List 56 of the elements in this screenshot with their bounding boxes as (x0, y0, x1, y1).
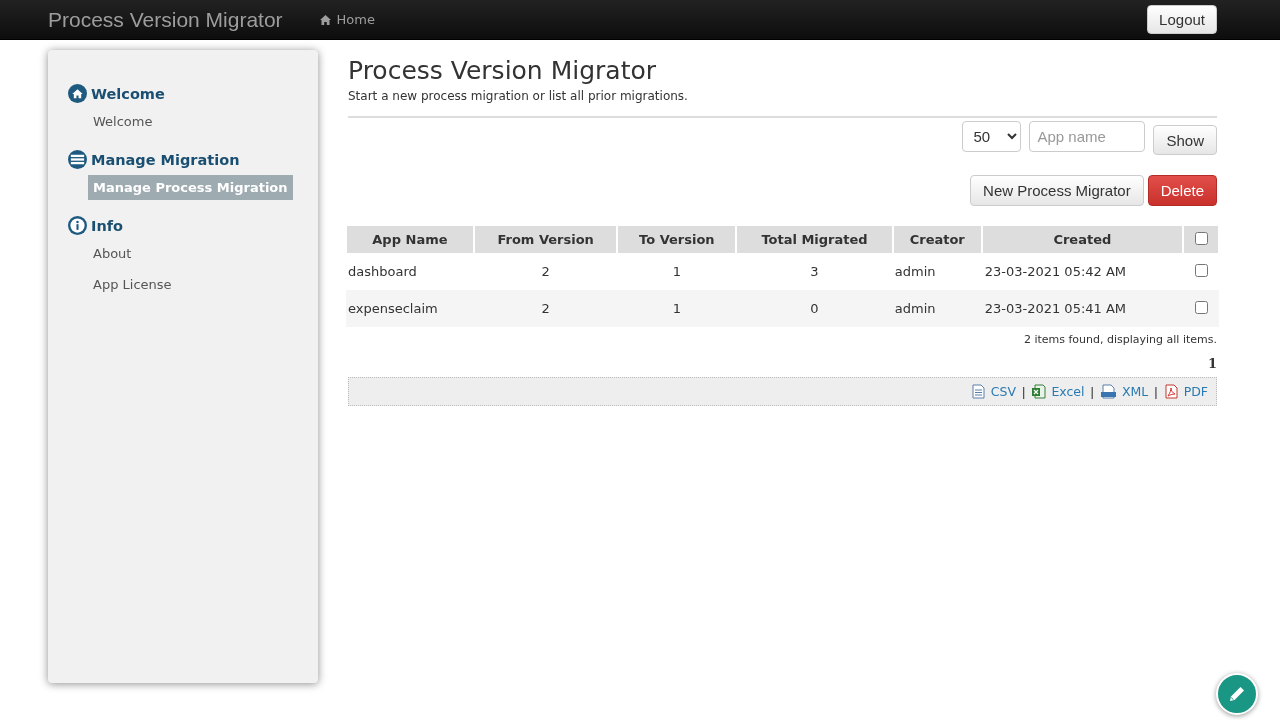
show-button[interactable]: Show (1153, 125, 1217, 155)
sidebar-heading: Manage Migration (91, 151, 240, 168)
column-header[interactable]: To Version (617, 226, 737, 253)
table-cell-text: 3 (809, 263, 820, 281)
list-icon (68, 150, 87, 169)
home-icon (68, 84, 87, 103)
table-cell-text: dashboard (347, 263, 418, 281)
column-header[interactable]: From Version (473, 226, 618, 253)
page-subtitle: Start a new process migration or list all prior migrations. (348, 89, 689, 103)
app-name-field[interactable]: App name (1029, 121, 1146, 152)
sidebar-heading: Welcome (91, 85, 165, 102)
home-icon (319, 14, 331, 25)
pdf-file-icon (1163, 384, 1179, 399)
pencil-icon (1227, 684, 1247, 704)
select-all-checkbox[interactable] (1194, 231, 1208, 245)
spreadsheet-file-icon (971, 384, 986, 399)
column-header[interactable]: App Name (346, 226, 474, 253)
export-link[interactable]: XML (1099, 384, 1149, 399)
table-cell: 1 (617, 290, 737, 327)
home-link[interactable]: Home (319, 12, 375, 27)
sidebar-heading: Info (91, 217, 123, 234)
logout-button[interactable]: Logout (1147, 5, 1217, 34)
table-cell: 0 (736, 290, 893, 327)
link-separator: | (1022, 384, 1026, 399)
export-link[interactable]: PDF (1163, 384, 1208, 399)
table-cell-text: admin (893, 263, 937, 281)
app-brand[interactable]: Process Version Migrator (48, 7, 283, 32)
items-summary: 2 items found, displaying all items. (1022, 333, 1217, 346)
export-link[interactable]: Excel (1031, 384, 1085, 399)
info-icon (68, 216, 87, 235)
column-header[interactable]: Total Migrated (736, 226, 893, 253)
link-separator: | (1154, 384, 1158, 399)
table-cell: expenseclaim (346, 290, 474, 327)
new-migrator-button[interactable]: New Process Migrator (970, 175, 1144, 206)
delete-button[interactable]: Delete (1147, 175, 1217, 206)
table-cell: admin (892, 290, 982, 327)
table-cell-text: 1 (671, 263, 682, 281)
column-header[interactable]: Created (981, 226, 1184, 253)
table-cell-text: 2 (540, 263, 551, 281)
sidebar-item[interactable]: App License (88, 272, 268, 297)
link-separator: | (1090, 384, 1094, 399)
sidebar-item[interactable]: About (88, 241, 268, 266)
xml-file-icon (1099, 384, 1117, 399)
page-number[interactable]: 1 (1207, 356, 1217, 371)
export-link[interactable]: CSV (971, 384, 1017, 399)
column-header[interactable]: Creator (892, 226, 982, 253)
table-cell: 23-03-2021 05:41 AM (981, 290, 1184, 327)
row-checkbox[interactable] (1194, 300, 1208, 314)
table-cell: 2 (473, 290, 618, 327)
page-size-select[interactable]: 50 (962, 121, 1022, 152)
sidebar-item[interactable]: Welcome (88, 109, 268, 134)
row-checkbox[interactable] (1194, 263, 1208, 277)
excel-file-icon (1031, 384, 1047, 399)
edit-button[interactable] (1216, 673, 1258, 715)
page-title: Process Version Migrator (348, 56, 658, 85)
table-cell-text: 23-03-2021 05:42 AM (983, 263, 1128, 281)
